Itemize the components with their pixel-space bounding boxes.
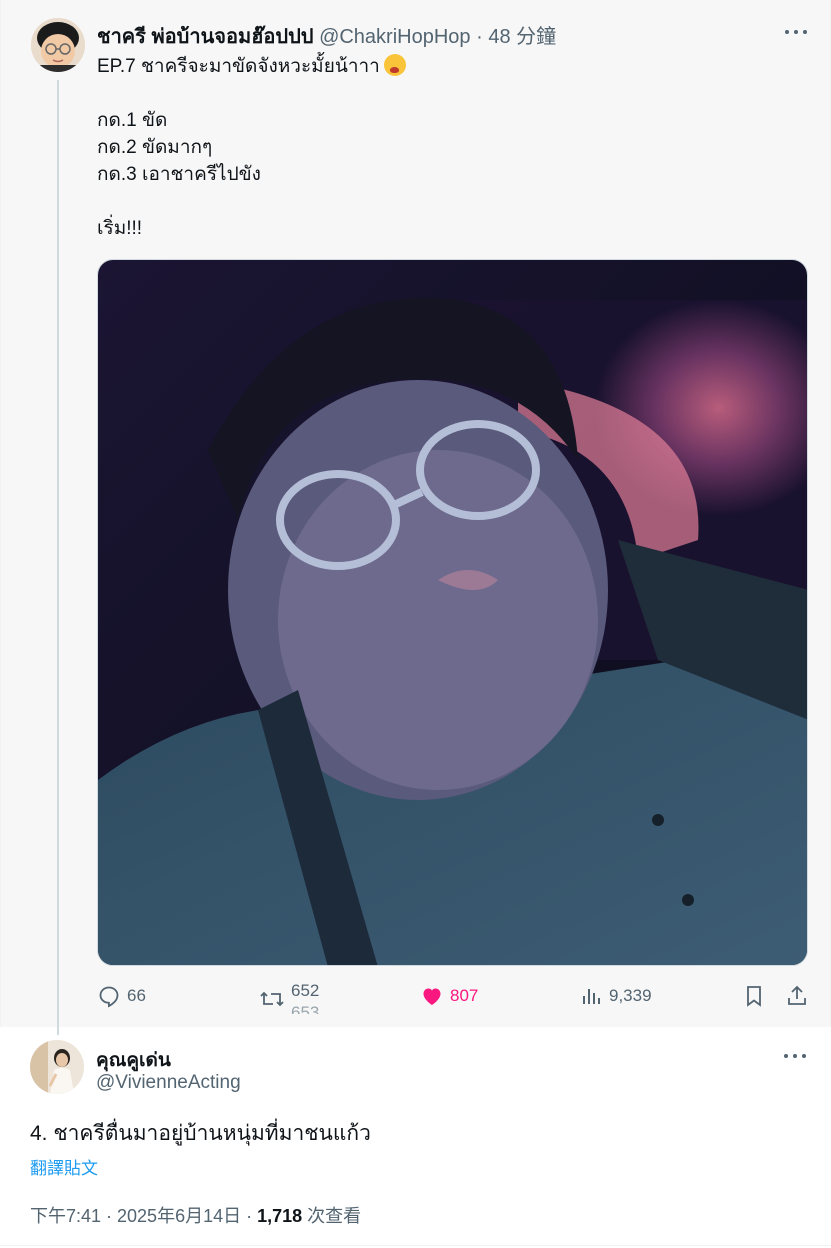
reply-icon [99,986,119,1008]
divider [0,1245,831,1246]
reply-text: 4. ชาครีตื่นมาอยู่บ้านหนุ่มที่มาชนแก้ว [30,1122,371,1145]
tweet-text: EP.7 ชาครีจะมาขัดจังหวะมั้ยน้าาา กด.1 ขั… [97,53,406,242]
heart-filled-icon [423,988,441,1005]
original-tweet[interactable]: ชาครี พ่อบ้านจอมฮ๊อปปป @ChakriHopHop · 4… [0,0,831,1035]
author-handle[interactable]: @ChakriHopHop [319,26,470,48]
retweet-icon [260,991,284,1007]
thread-connector-line [57,80,59,1035]
author-name[interactable]: ชาครี พ่อบ้านจอมฮ๊อปปป [97,26,314,48]
tweet-line: เริ่ม!!! [97,218,143,239]
reply-view-count: 1,718 [257,1206,303,1226]
tweet-line: EP.7 ชาครีจะมาขัดจังหวะมั้ยน้าาา [97,53,406,80]
tweet-line [97,80,406,107]
tweet-line [97,188,406,215]
reply-views-label: 次查看 [302,1206,362,1226]
relative-time[interactable]: 48 分鐘 [488,26,556,48]
view-count: 9,339 [609,986,652,1005]
bookmark-icon [747,986,761,1007]
retweet-count: 652 653 [291,984,320,1014]
views-chart-icon [583,989,600,1004]
share-button[interactable] [785,984,815,1008]
reply-author-avatar[interactable] [30,1040,84,1094]
tweet-line: กด.2 ขัดมากๆ [97,137,213,158]
tweet-line: กด.3 เอาชาครีไปขัง [97,164,261,185]
time-separator: · [470,26,489,48]
more-options-icon[interactable] [781,22,811,42]
reply-timestamp[interactable]: 下午7:41 · 2025年6月14日 · [30,1206,257,1226]
share-icon [788,985,806,1005]
views-button[interactable]: 9,339 [581,984,652,1008]
like-button[interactable]: 807 [420,984,478,1008]
bookmark-button[interactable] [743,984,771,1008]
like-count: 807 [450,986,479,1005]
reply-author-handle[interactable]: @VivienneActing [96,1072,241,1094]
translate-post-link[interactable]: 翻譯貼文 [30,1154,98,1179]
tweet-header: ชาครี พ่อบ้านจอมฮ๊อปปป @ChakriHopHop · 4… [97,20,556,52]
reply-more-options-icon[interactable] [780,1046,810,1066]
face-holding-back-tears-emoji [383,54,406,76]
reply-author-name[interactable]: คุณคูเด่น [96,1045,171,1075]
reply-button[interactable]: 66 [97,984,146,1008]
retweet-button[interactable]: 652 653 [259,984,331,1014]
reply-meta: 下午7:41 · 2025年6月14日 · 1,718 次查看 [30,1202,361,1228]
reply-count: 66 [127,986,146,1005]
author-avatar[interactable] [31,18,85,72]
tweet-line: กด.1 ขัด [97,110,168,131]
tweet-actions: 66 652 653 807 9,339 [97,980,817,1016]
tweet-photo[interactable] [97,259,808,966]
